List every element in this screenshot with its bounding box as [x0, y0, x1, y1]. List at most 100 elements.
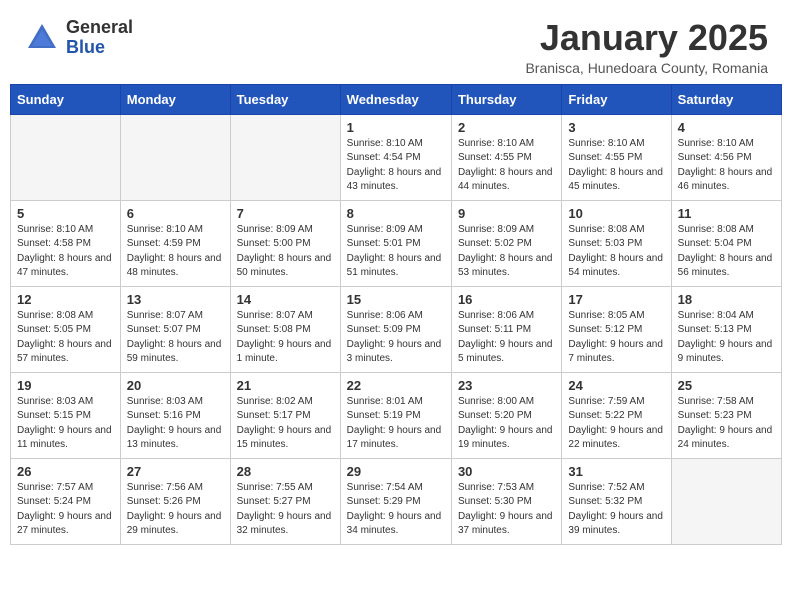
calendar-cell: 29Sunrise: 7:54 AMSunset: 5:29 PMDayligh…	[340, 458, 451, 544]
page: General Blue January 2025 Branisca, Hune…	[0, 0, 792, 555]
day-number: 10	[568, 206, 664, 221]
day-info: Sunrise: 8:00 AMSunset: 5:20 PMDaylight:…	[458, 395, 555, 453]
day-info: Sunrise: 7:52 AMSunset: 5:32 PMDaylight:…	[568, 481, 664, 539]
calendar-cell: 22 Sunrise: 8:01 AMSunset: 5:19 PMDayligh…	[340, 372, 451, 458]
logo-text: General Blue	[66, 18, 133, 58]
day-number: 27	[127, 464, 224, 479]
day-number: 26	[17, 464, 114, 479]
calendar-cell: 31 Sunrise: 7:52 AMSunset: 5:32 PMDayligh…	[562, 458, 671, 544]
day-header-wednesday: Wednesday	[340, 84, 451, 114]
day-number: 21	[237, 378, 334, 393]
day-number: 4	[678, 120, 775, 135]
calendar-cell: 6 Sunrise: 8:10 AMSunset: 4:59 PMDaylight…	[120, 200, 230, 286]
calendar-cell: 23 Sunrise: 8:00 AMSunset: 5:20 PMDayligh…	[451, 372, 561, 458]
day-number: 24	[568, 378, 664, 393]
day-number: 13	[127, 292, 224, 307]
calendar-cell: 5 Sunrise: 8:10 AMSunset: 4:58 PMDaylight…	[11, 200, 121, 286]
calendar-cell: 17Sunrise: 8:05 AMSunset: 5:12 PMDayligh…	[562, 286, 671, 372]
calendar-cell: 16Sunrise: 8:06 AMSunset: 5:11 PMDayligh…	[451, 286, 561, 372]
calendar-cell: 14 Sunrise: 8:07 AMSunset: 5:08 PMDayligh…	[230, 286, 340, 372]
day-header-tuesday: Tuesday	[230, 84, 340, 114]
day-header-monday: Monday	[120, 84, 230, 114]
day-info: Sunrise: 8:07 AMSunset: 5:07 PMDaylight:…	[127, 309, 224, 367]
logo-icon	[24, 20, 60, 56]
day-header-sunday: Sunday	[11, 84, 121, 114]
day-number: 18	[678, 292, 775, 307]
day-info: Sunrise: 8:10 AMSunset: 4:55 PMDaylight:…	[458, 137, 555, 195]
calendar-cell: 13 Sunrise: 8:07 AMSunset: 5:07 PMDayligh…	[120, 286, 230, 372]
day-number: 3	[568, 120, 664, 135]
calendar-cell: 28 Sunrise: 7:55 AMSunset: 5:27 PMDayligh…	[230, 458, 340, 544]
calendar-cell	[230, 114, 340, 200]
day-info: Sunrise: 8:05 AMSunset: 5:12 PMDaylight:…	[568, 309, 664, 367]
subtitle: Branisca, Hunedoara County, Romania	[525, 60, 768, 76]
calendar-wrapper: SundayMondayTuesdayWednesdayThursdayFrid…	[0, 84, 792, 555]
calendar-cell: 10 Sunrise: 8:08 AMSunset: 5:03 PMDayligh…	[562, 200, 671, 286]
day-number: 20	[127, 378, 224, 393]
day-info: Sunrise: 8:08 AMSunset: 5:04 PMDaylight:…	[678, 223, 775, 281]
day-info: Sunrise: 8:07 AMSunset: 5:08 PMDaylight:…	[237, 309, 334, 367]
day-number: 9	[458, 206, 555, 221]
day-number: 8	[347, 206, 445, 221]
day-info: Sunrise: 8:01 AMSunset: 5:19 PMDaylight:…	[347, 395, 445, 453]
day-info: Sunrise: 8:10 AMSunset: 4:59 PMDaylight:…	[127, 223, 224, 281]
day-info: Sunrise: 7:55 AMSunset: 5:27 PMDaylight:…	[237, 481, 334, 539]
day-info: Sunrise: 8:10 AMSunset: 4:56 PMDaylight:…	[678, 137, 775, 195]
calendar-cell: 26Sunrise: 7:57 AMSunset: 5:24 PMDayligh…	[11, 458, 121, 544]
calendar-cell	[11, 114, 121, 200]
day-info: Sunrise: 7:53 AMSunset: 5:30 PMDaylight:…	[458, 481, 555, 539]
title-area: January 2025 Branisca, Hunedoara County,…	[525, 18, 768, 76]
day-number: 29	[347, 464, 445, 479]
calendar-cell: 7 Sunrise: 8:09 AMSunset: 5:00 PMDaylight…	[230, 200, 340, 286]
day-number: 25	[678, 378, 775, 393]
calendar-cell: 11 Sunrise: 8:08 AMSunset: 5:04 PMDayligh…	[671, 200, 781, 286]
day-info: Sunrise: 8:06 AMSunset: 5:09 PMDaylight:…	[347, 309, 445, 367]
calendar-week-4: 19Sunrise: 8:03 AMSunset: 5:15 PMDayligh…	[11, 372, 782, 458]
calendar-week-3: 12Sunrise: 8:08 AMSunset: 5:05 PMDayligh…	[11, 286, 782, 372]
month-title: January 2025	[525, 18, 768, 58]
day-number: 30	[458, 464, 555, 479]
day-info: Sunrise: 7:56 AMSunset: 5:26 PMDaylight:…	[127, 481, 224, 539]
logo-blue-text: Blue	[66, 38, 133, 58]
calendar-header-row: SundayMondayTuesdayWednesdayThursdayFrid…	[11, 84, 782, 114]
logo-general-text: General	[66, 18, 133, 38]
calendar-cell: 15 Sunrise: 8:06 AMSunset: 5:09 PMDayligh…	[340, 286, 451, 372]
header: General Blue January 2025 Branisca, Hune…	[0, 0, 792, 84]
day-number: 7	[237, 206, 334, 221]
calendar-cell: 24Sunrise: 7:59 AMSunset: 5:22 PMDayligh…	[562, 372, 671, 458]
day-info: Sunrise: 8:09 AMSunset: 5:01 PMDaylight:…	[347, 223, 445, 281]
day-info: Sunrise: 8:02 AMSunset: 5:17 PMDaylight:…	[237, 395, 334, 453]
day-info: Sunrise: 8:09 AMSunset: 5:00 PMDaylight:…	[237, 223, 334, 281]
day-info: Sunrise: 8:08 AMSunset: 5:03 PMDaylight:…	[568, 223, 664, 281]
day-number: 28	[237, 464, 334, 479]
day-info: Sunrise: 8:10 AMSunset: 4:58 PMDaylight:…	[17, 223, 114, 281]
day-number: 15	[347, 292, 445, 307]
day-number: 5	[17, 206, 114, 221]
day-info: Sunrise: 8:09 AMSunset: 5:02 PMDaylight:…	[458, 223, 555, 281]
calendar-cell: 3Sunrise: 8:10 AMSunset: 4:55 PMDaylight…	[562, 114, 671, 200]
calendar-cell: 9 Sunrise: 8:09 AMSunset: 5:02 PMDaylight…	[451, 200, 561, 286]
calendar-cell: 4 Sunrise: 8:10 AMSunset: 4:56 PMDaylight…	[671, 114, 781, 200]
day-number: 1	[347, 120, 445, 135]
calendar-cell: 2Sunrise: 8:10 AMSunset: 4:55 PMDaylight…	[451, 114, 561, 200]
day-number: 31	[568, 464, 664, 479]
day-number: 6	[127, 206, 224, 221]
day-number: 23	[458, 378, 555, 393]
calendar-cell: 8 Sunrise: 8:09 AMSunset: 5:01 PMDaylight…	[340, 200, 451, 286]
calendar-cell	[120, 114, 230, 200]
calendar-week-2: 5 Sunrise: 8:10 AMSunset: 4:58 PMDaylight…	[11, 200, 782, 286]
calendar-cell: 27 Sunrise: 7:56 AMSunset: 5:26 PMDayligh…	[120, 458, 230, 544]
calendar-week-5: 26Sunrise: 7:57 AMSunset: 5:24 PMDayligh…	[11, 458, 782, 544]
day-number: 11	[678, 206, 775, 221]
day-info: Sunrise: 7:58 AMSunset: 5:23 PMDaylight:…	[678, 395, 775, 453]
day-info: Sunrise: 8:03 AMSunset: 5:15 PMDaylight:…	[17, 395, 114, 453]
day-info: Sunrise: 8:03 AMSunset: 5:16 PMDaylight:…	[127, 395, 224, 453]
calendar-cell: 1Sunrise: 8:10 AMSunset: 4:54 PMDaylight…	[340, 114, 451, 200]
day-number: 22	[347, 378, 445, 393]
logo: General Blue	[24, 18, 133, 58]
calendar-cell	[671, 458, 781, 544]
calendar-cell: 12Sunrise: 8:08 AMSunset: 5:05 PMDayligh…	[11, 286, 121, 372]
calendar-cell: 19Sunrise: 8:03 AMSunset: 5:15 PMDayligh…	[11, 372, 121, 458]
day-number: 14	[237, 292, 334, 307]
calendar-cell: 30 Sunrise: 7:53 AMSunset: 5:30 PMDayligh…	[451, 458, 561, 544]
